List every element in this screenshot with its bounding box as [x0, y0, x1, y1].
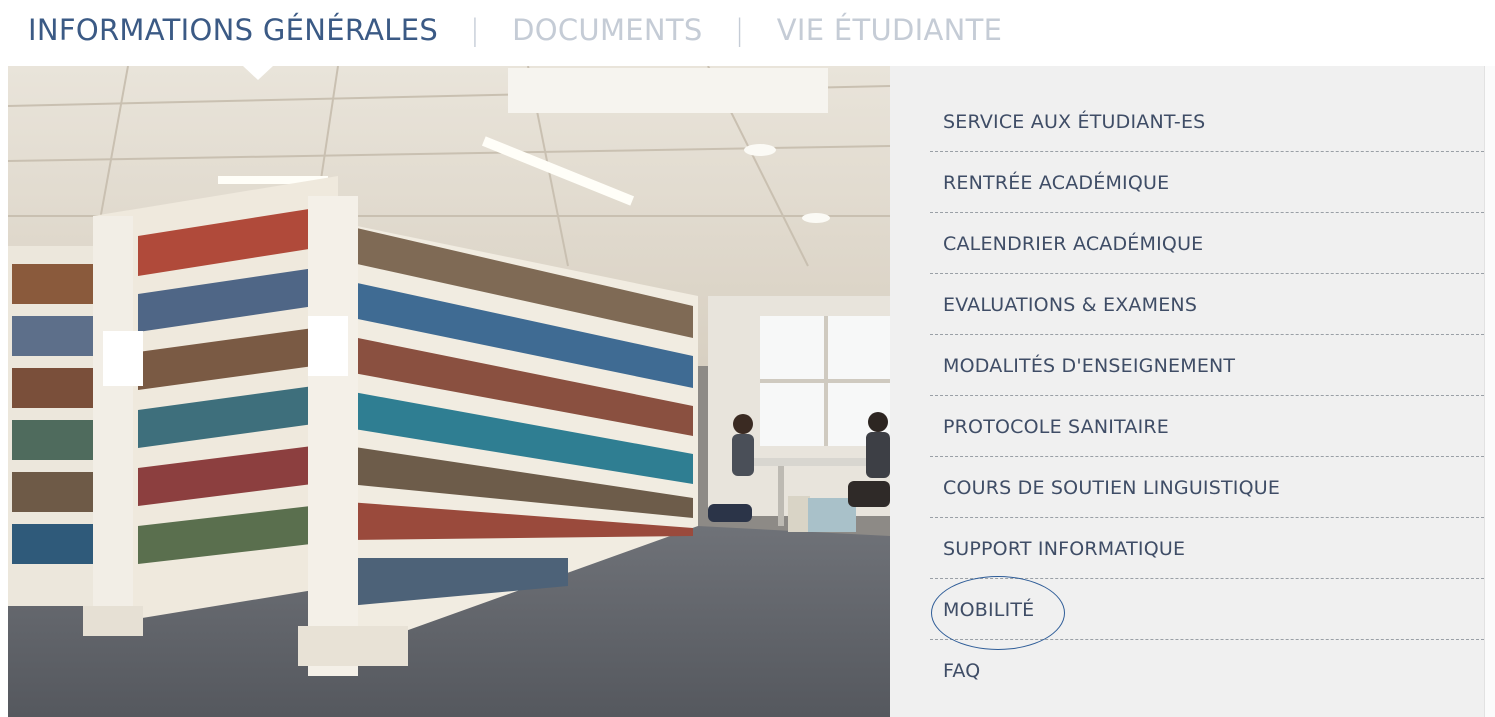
library-illustration [8, 66, 890, 717]
sidebar-menu: SERVICE AUX ÉTUDIANT-ES RENTRÉE ACADÉMIQ… [890, 66, 1484, 717]
menu-item-mobilite[interactable]: MOBILITÉ [930, 576, 1484, 650]
menu-item-service-aux-etudiant-es[interactable]: SERVICE AUX ÉTUDIANT-ES [930, 92, 1484, 152]
tab-separator: | [734, 13, 745, 47]
menu-item-evaluations-examens[interactable]: EVALUATIONS & EXAMENS [930, 275, 1484, 335]
menu-item-faq[interactable]: FAQ [930, 641, 1484, 700]
menu-item-rentree-academique[interactable]: RENTRÉE ACADÉMIQUE [930, 153, 1484, 213]
menu-edge [1484, 66, 1495, 717]
menu-item-support-informatique[interactable]: SUPPORT INFORMATIQUE [930, 519, 1484, 579]
menu-item-cours-soutien-linguistique[interactable]: COURS DE SOUTIEN LINGUISTIQUE [930, 458, 1484, 518]
section-tabs: INFORMATIONS GÉNÉRALES | DOCUMENTS | VIE… [28, 8, 1002, 52]
tab-vie-etudiante[interactable]: VIE ÉTUDIANTE [777, 13, 1003, 47]
tab-separator: | [470, 13, 481, 47]
tab-informations-generales[interactable]: INFORMATIONS GÉNÉRALES [28, 13, 438, 47]
menu-item-calendrier-academique[interactable]: CALENDRIER ACADÉMIQUE [930, 214, 1484, 274]
tab-documents[interactable]: DOCUMENTS [512, 13, 703, 47]
active-tab-pointer [243, 66, 273, 80]
library-photo [8, 66, 890, 717]
menu-item-protocole-sanitaire[interactable]: PROTOCOLE SANITAIRE [930, 397, 1484, 457]
menu-item-modalites-enseignement[interactable]: MODALITÉS D'ENSEIGNEMENT [930, 336, 1484, 396]
